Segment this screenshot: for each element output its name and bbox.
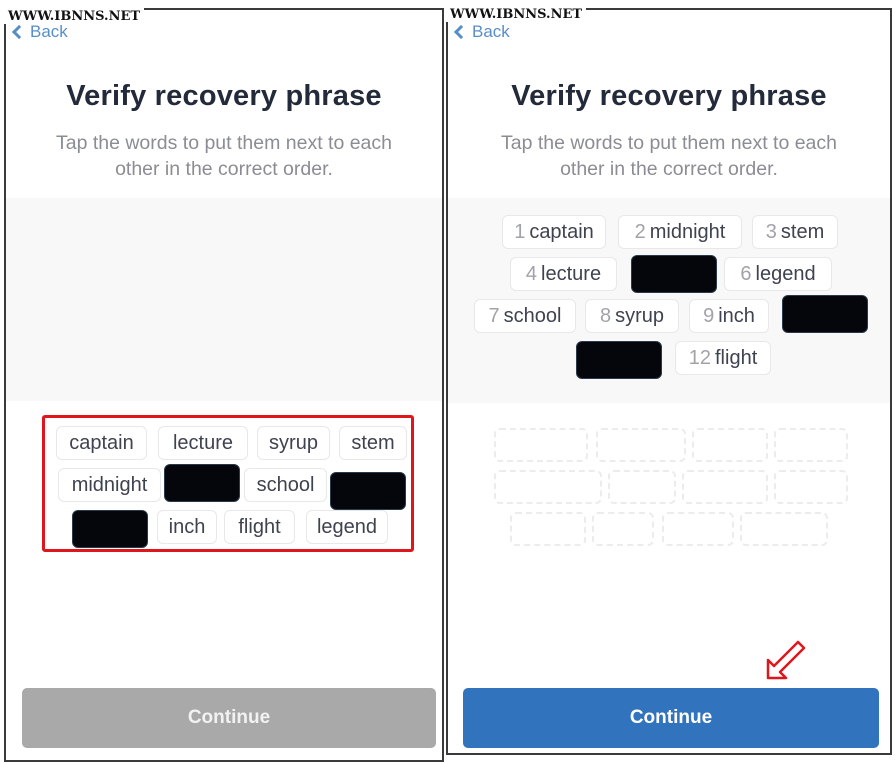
watermark: WWW.IBNNS.NET (4, 8, 145, 24)
continue-button[interactable]: Continue (22, 688, 436, 748)
empty-word-slot (592, 512, 654, 546)
word-text: midnight (649, 220, 726, 243)
word-index: 12 (688, 346, 711, 369)
subtitle-line-1: Tap the words to put them next to each (500, 132, 838, 154)
empty-word-slot (494, 470, 602, 504)
word-index: 6 (740, 262, 752, 285)
word-index: 3 (765, 220, 777, 243)
chevron-left-icon (453, 24, 469, 40)
word-chip[interactable]: flight (224, 510, 295, 544)
redacted-word-chip[interactable] (782, 295, 868, 333)
word-chip[interactable]: 3 stem (752, 215, 838, 249)
word-chip[interactable]: 6 legend (724, 257, 832, 291)
redacted-word-chip[interactable] (72, 510, 148, 548)
word-text: stem (780, 220, 825, 243)
word-text: lecture (541, 262, 602, 285)
right-screen: Back Verify recovery phrase Tap the word… (446, 8, 892, 755)
empty-word-slot (494, 428, 588, 462)
back-button[interactable]: Back (11, 22, 68, 42)
word-index: 1 (514, 220, 526, 243)
empty-word-slot (692, 428, 768, 462)
word-text: inch (718, 304, 755, 327)
word-text: captain (69, 431, 134, 454)
empty-word-slot (510, 512, 586, 546)
word-text: syrup (615, 304, 665, 327)
empty-word-slot (662, 512, 734, 546)
word-chip[interactable]: captain (56, 426, 147, 460)
redacted-word-chip[interactable] (164, 464, 240, 502)
word-text: legend (316, 515, 378, 538)
word-chip[interactable]: stem (339, 426, 407, 460)
word-chip[interactable]: 1 captain (502, 215, 606, 249)
empty-word-slot (608, 470, 676, 504)
word-text: lecture (172, 431, 234, 454)
page-subtitle: Tap the words to put them next to each o… (6, 130, 442, 182)
word-index: 7 (488, 304, 500, 327)
word-index: 2 (634, 220, 646, 243)
word-text: inch (168, 515, 206, 538)
page-title: Verify recovery phrase (511, 80, 827, 112)
word-text: captain (529, 220, 594, 243)
empty-word-slot (774, 470, 848, 504)
back-label: Back (30, 22, 68, 41)
word-chip[interactable]: inch (157, 510, 217, 544)
empty-word-slot (740, 512, 828, 546)
word-chip[interactable]: midnight (58, 468, 161, 502)
empty-word-slot (682, 470, 768, 504)
word-text: flight (238, 515, 281, 538)
redacted-word-chip[interactable] (576, 341, 662, 379)
word-text: flight (715, 346, 758, 369)
word-text: syrup (269, 431, 318, 454)
subtitle-line-1: Tap the words to put them next to each (55, 132, 393, 154)
selected-words-area (6, 198, 442, 401)
red-arrow-annotation-icon (766, 640, 806, 680)
word-index: 4 (525, 262, 538, 285)
empty-word-slot (774, 428, 848, 462)
subtitle-line-2: other in the correct order. (560, 158, 778, 180)
redacted-word-chip[interactable] (631, 255, 717, 293)
word-text: legend (755, 262, 816, 285)
word-chip[interactable]: 4 lecture (510, 257, 617, 291)
watermark: WWW.IBNNS.NET (446, 6, 587, 22)
word-index: 9 (703, 304, 715, 327)
word-chip[interactable]: legend (306, 510, 388, 544)
word-chip[interactable]: syrup (257, 426, 330, 460)
word-chip[interactable]: school (244, 468, 327, 502)
word-text: school (256, 473, 315, 496)
redacted-word-chip[interactable] (330, 472, 406, 510)
word-chip[interactable]: 9 inch (689, 299, 769, 333)
page-subtitle: Tap the words to put them next to each o… (448, 130, 890, 182)
word-chip[interactable]: 7 school (474, 299, 576, 333)
back-button[interactable]: Back (453, 22, 510, 42)
word-chip[interactable]: lecture (158, 426, 248, 460)
empty-word-slot (596, 428, 686, 462)
page-title: Verify recovery phrase (66, 80, 382, 112)
subtitle-line-2: other in the correct order. (115, 158, 333, 180)
word-text: midnight (71, 473, 148, 496)
word-text: school (503, 304, 562, 327)
word-chip[interactable]: 8 syrup (585, 299, 679, 333)
word-text: stem (351, 431, 395, 454)
left-screen: Back Verify recovery phrase Tap the word… (4, 8, 444, 762)
back-label: Back (472, 22, 510, 41)
continue-button[interactable]: Continue (463, 688, 879, 748)
word-chip[interactable]: 12 flight (675, 341, 771, 375)
word-chip[interactable]: 2 midnight (618, 215, 742, 249)
word-index: 8 (599, 304, 612, 327)
chevron-left-icon (11, 24, 27, 40)
